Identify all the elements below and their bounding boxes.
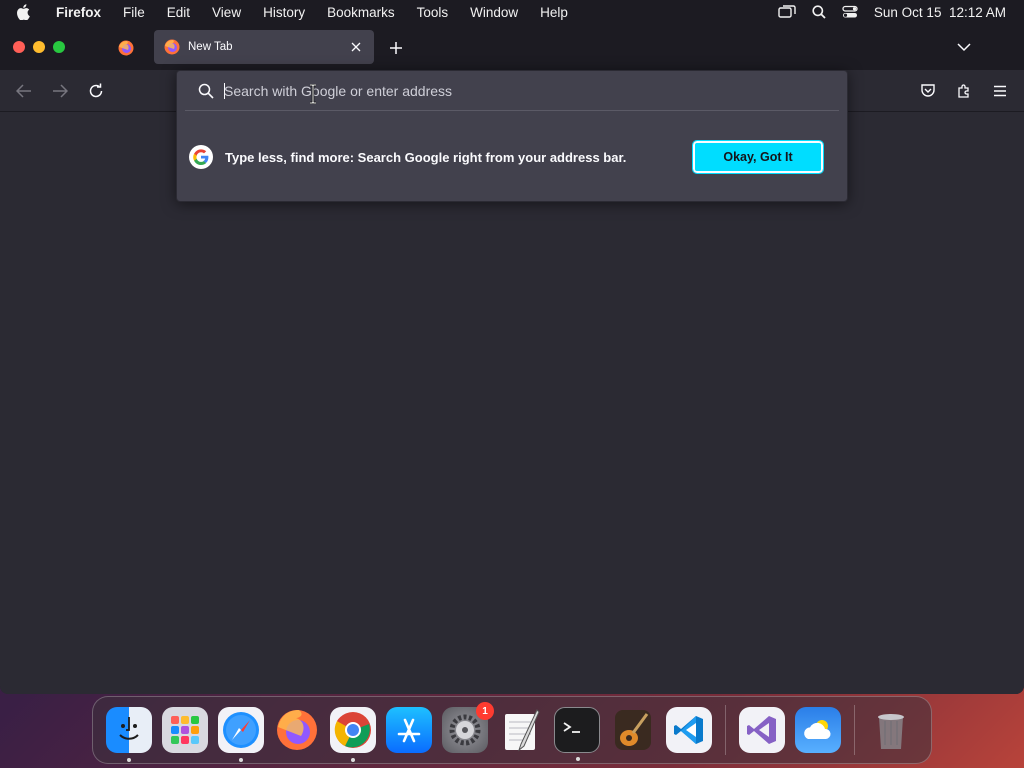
extensions-button[interactable] [954, 81, 974, 101]
chrome-icon [334, 712, 371, 748]
menu-window[interactable]: Window [459, 5, 529, 20]
menu-tools[interactable]: Tools [406, 5, 460, 20]
menu-history[interactable]: History [252, 5, 316, 20]
urlbar [185, 71, 839, 111]
spotlight-search-icon[interactable] [812, 5, 826, 19]
app-menu-button[interactable] [990, 81, 1010, 101]
dock-garageband[interactable] [610, 707, 656, 753]
running-indicator [576, 757, 580, 761]
tab-new-tab[interactable]: New Tab [154, 30, 374, 64]
running-indicator [351, 758, 355, 762]
dock-weather[interactable] [795, 707, 841, 753]
menu-bar: Firefox File Edit View History Bookmarks… [0, 0, 1024, 24]
running-indicator [127, 758, 131, 762]
forward-button[interactable] [50, 81, 70, 101]
finder-icon [119, 717, 139, 740]
dock-firefox[interactable] [274, 707, 320, 753]
dock-trash[interactable] [868, 707, 914, 753]
menubar-clock[interactable]: Sun Oct 15 12:12 AM [874, 5, 1006, 20]
dock-separator [854, 705, 855, 755]
trash-icon [878, 714, 904, 749]
weather-cloud-icon [804, 720, 831, 739]
dock-finder[interactable] [106, 707, 152, 762]
back-button[interactable] [14, 81, 34, 101]
tab-close-icon[interactable] [348, 39, 364, 55]
running-indicator [239, 758, 243, 762]
pinned-tab-firefox[interactable] [112, 36, 140, 60]
dock-system-settings[interactable]: 1 [442, 702, 494, 753]
dock-terminal[interactable] [554, 707, 600, 761]
dock-textedit[interactable] [498, 707, 544, 753]
new-tab-button[interactable] [386, 38, 406, 58]
dock-vscode[interactable] [666, 707, 712, 753]
okay-got-it-button[interactable]: Okay, Got It [692, 140, 824, 174]
search-tip-text: Type less, find more: Search Google righ… [225, 149, 627, 165]
notification-badge: 1 [476, 702, 494, 720]
launchpad-grid-icon [171, 716, 199, 744]
list-all-tabs-button[interactable] [954, 37, 974, 57]
menu-app-name[interactable]: Firefox [52, 5, 112, 20]
arrow-right-icon [53, 84, 68, 98]
menu-file[interactable]: File [112, 5, 156, 20]
reload-icon [89, 83, 103, 98]
pocket-icon [921, 84, 935, 97]
app-store-icon [397, 718, 421, 743]
urlbar-panel: Type less, find more: Search Google righ… [176, 70, 848, 202]
google-logo-icon [189, 145, 213, 169]
safari-compass-icon [223, 712, 259, 748]
dock-chrome[interactable] [330, 707, 376, 762]
menu-help[interactable]: Help [529, 5, 579, 20]
pocket-button[interactable] [918, 81, 938, 101]
dock-safari[interactable] [218, 707, 264, 762]
plus-icon [390, 42, 402, 54]
window-minimize-button[interactable] [33, 41, 45, 53]
terminal-prompt-icon [563, 722, 580, 733]
dock-separator [725, 705, 726, 755]
menu-bookmarks[interactable]: Bookmarks [316, 5, 406, 20]
window-controls [13, 41, 65, 53]
chevron-down-icon [957, 42, 971, 51]
firefox-icon [277, 710, 317, 750]
menu-edit[interactable]: Edit [156, 5, 201, 20]
reload-button[interactable] [86, 81, 106, 101]
hamburger-menu-icon [994, 85, 1006, 97]
window-zoom-button[interactable] [53, 41, 65, 53]
vscode-icon [674, 716, 703, 744]
control-center-icon[interactable] [842, 5, 858, 19]
dock-launchpad[interactable] [162, 707, 208, 753]
tab-title: New Tab [188, 41, 233, 53]
search-tip: Type less, find more: Search Google righ… [189, 139, 837, 175]
firefox-icon [164, 39, 180, 55]
window-close-button[interactable] [13, 41, 25, 53]
apple-menu-icon[interactable] [16, 4, 40, 20]
firefox-icon [118, 40, 134, 56]
screen-mirroring-icon[interactable] [778, 5, 796, 19]
menu-view[interactable]: View [201, 5, 252, 20]
search-icon [198, 83, 214, 99]
dock-visual-studio[interactable] [739, 707, 785, 753]
gear-icon [449, 714, 481, 746]
visual-studio-icon [747, 716, 776, 744]
textedit-icon [505, 709, 540, 752]
arrow-left-icon [16, 84, 31, 98]
text-cursor-icon [310, 84, 316, 104]
dock-app-store[interactable] [386, 707, 432, 753]
dock: 1 [92, 696, 932, 764]
puzzle-icon [958, 84, 969, 98]
tab-strip: New Tab [0, 24, 1024, 70]
guitar-icon [615, 710, 651, 750]
